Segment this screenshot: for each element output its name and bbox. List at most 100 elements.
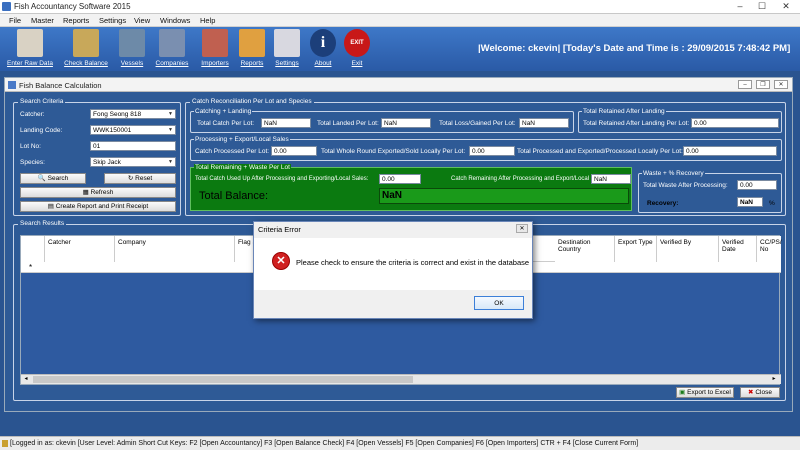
menu-view[interactable]: View [134, 16, 150, 25]
recovery-value: NaN [737, 197, 763, 207]
total-remaining-title: Total Remaining + Waste Per Lot [194, 164, 291, 171]
species-select[interactable]: Skip Jack [90, 157, 176, 167]
total-landed-label: Total Landed Per Lot: [317, 120, 379, 127]
catcher-select[interactable]: Fong Seong 818 [90, 109, 176, 119]
info-icon: i [310, 29, 336, 57]
balance-scale-icon [73, 29, 99, 57]
welcome-banner: |Welcome: ckevin| [Today's Date and Time… [478, 43, 791, 54]
menu-windows[interactable]: Windows [160, 16, 190, 25]
exit-icon: EXIT [344, 29, 370, 57]
total-used-value: 0.00 [379, 174, 421, 184]
calculator-icon [17, 29, 43, 57]
create-report-button[interactable]: ▤ Create Report and Print Receipt [20, 201, 176, 212]
excel-icon: ▣ [679, 389, 686, 396]
menu-help[interactable]: Help [200, 16, 215, 25]
vessel-icon [119, 29, 145, 57]
reset-icon: ↻ [127, 175, 134, 182]
reset-button[interactable]: ↻ Reset [104, 173, 176, 184]
dialog-message: Please check to ensure the criteria is c… [296, 258, 530, 267]
minimize-icon[interactable]: ‒ [730, 1, 750, 12]
scroll-right-icon[interactable]: ▸ [769, 375, 779, 384]
new-row-marker: * [29, 263, 33, 272]
window-close-icon[interactable]: ✕ [774, 80, 788, 89]
recovery-percent-sign: % [769, 200, 775, 207]
check-balance-button[interactable]: Check Balance [62, 27, 110, 71]
scroll-left-icon[interactable]: ◂ [21, 375, 31, 384]
column-header-verified-by[interactable]: Verified By [657, 236, 719, 262]
reports-button[interactable]: Reports [236, 27, 268, 71]
companies-button[interactable]: Companies [152, 27, 192, 71]
catcher-label: Catcher: [20, 111, 45, 118]
window-title-bar: Fish Balance Calculation ‒ ❐ ✕ [5, 78, 792, 92]
vessels-button[interactable]: Vessels [114, 27, 150, 71]
status-bar: [Logged in as: ckevin [User Level: Admin… [0, 436, 800, 450]
menu-bar: File Master Reports Settings View Window… [0, 14, 800, 27]
column-header-catcher[interactable]: Catcher [45, 236, 115, 262]
enter-raw-data-button[interactable]: Enter Raw Data [4, 27, 56, 71]
ok-button[interactable]: OK [474, 296, 524, 310]
total-retained-title: Total Retained After Landing [582, 108, 666, 115]
scrollbar-thumb[interactable] [33, 376, 413, 383]
search-icon: 🔍 [37, 175, 46, 182]
close-button[interactable]: ✖ Close [740, 387, 780, 398]
lot-no-input[interactable]: 01 [90, 141, 176, 151]
catch-processed-value: 0.00 [271, 146, 317, 156]
criteria-error-dialog: Criteria Error ✕ ✕ Please check to ensur… [253, 221, 533, 319]
catching-landing-group: Catching + Landing Total Catch Per Lot: … [190, 108, 574, 133]
landing-code-select[interactable]: WWK150001 [90, 125, 176, 135]
importers-icon [202, 29, 228, 57]
total-processed-value: 0.00 [683, 146, 777, 156]
horizontal-scrollbar[interactable]: ◂ ▸ [21, 374, 781, 384]
column-header-company[interactable]: Company [115, 236, 235, 262]
total-landed-value: NaN [381, 118, 431, 128]
total-retained-label: Total Retained After Landing Per Lot: [583, 120, 690, 127]
close-x-icon: ✖ [748, 389, 754, 396]
catch-remaining-label: Catch Remaining After Processing and Exp… [451, 176, 608, 182]
search-results-title: Search Results [18, 220, 67, 227]
column-header-destination[interactable]: Destination Country [555, 236, 615, 262]
print-icon: ▤ [47, 203, 54, 210]
reports-icon [239, 29, 265, 57]
processing-export-title: Processing + Export/Local Sales [194, 136, 290, 143]
search-button[interactable]: 🔍 Search [20, 173, 86, 184]
user-icon [2, 440, 8, 447]
window-minimize-icon[interactable]: ‒ [738, 80, 752, 89]
window-icon [8, 81, 16, 89]
exit-button[interactable]: EXIT Exit [342, 27, 372, 71]
menu-master[interactable]: Master [31, 16, 54, 25]
total-loss-value: NaN [519, 118, 569, 128]
dialog-close-icon[interactable]: ✕ [516, 224, 528, 233]
importers-button[interactable]: Importers [196, 27, 234, 71]
column-header-cc-ps-no[interactable]: CC/PS/ No [757, 236, 782, 262]
species-label: Species: [20, 159, 45, 166]
menu-settings[interactable]: Settings [99, 16, 126, 25]
column-header-verified-date[interactable]: Verified Date [719, 236, 757, 262]
window-restore-icon[interactable]: ❐ [756, 80, 770, 89]
status-text: [Logged in as: ckevin [User Level: Admin… [10, 440, 639, 447]
total-loss-label: Total Loss/Gained Per Lot: [439, 120, 516, 127]
total-balance-label: Total Balance: [199, 190, 269, 202]
row-header-corner [21, 236, 45, 262]
settings-button[interactable]: Settings [270, 27, 304, 71]
refresh-button[interactable]: ▦ Refresh [20, 187, 176, 198]
toolbar: Enter Raw Data Check Balance Vessels Com… [0, 27, 800, 71]
app-title: Fish Accountancy Software 2015 [14, 2, 131, 11]
column-header-export-type[interactable]: Export Type [615, 236, 657, 262]
search-criteria-title: Search Criteria [18, 98, 66, 105]
export-excel-button[interactable]: ▣ Export to Excel [676, 387, 734, 398]
total-retained-value: 0.00 [691, 118, 779, 128]
lot-no-label: Lot No: [20, 143, 41, 150]
close-icon[interactable]: ✕ [776, 1, 796, 12]
total-processed-label: Total Processed and Exported/Processed L… [517, 148, 683, 155]
menu-reports[interactable]: Reports [63, 16, 89, 25]
search-criteria-group: Search Criteria Catcher: Fong Seong 818 … [13, 98, 181, 216]
recovery-label: Recovery: [647, 200, 679, 207]
whole-round-label: Total Whole Round Exported/Sold Locally … [321, 148, 466, 155]
menu-file[interactable]: File [9, 16, 21, 25]
total-used-label: Total Catch Used Up After Processing and… [195, 176, 369, 182]
catch-reconciliation-group: Catch Reconciliation Per Lot and Species… [185, 98, 786, 216]
total-catch-label: Total Catch Per Lot: [197, 120, 255, 127]
about-button[interactable]: i About [308, 27, 338, 71]
waste-recovery-title: Waste + % Recovery [642, 170, 705, 177]
maximize-icon[interactable]: ☐ [752, 1, 772, 12]
